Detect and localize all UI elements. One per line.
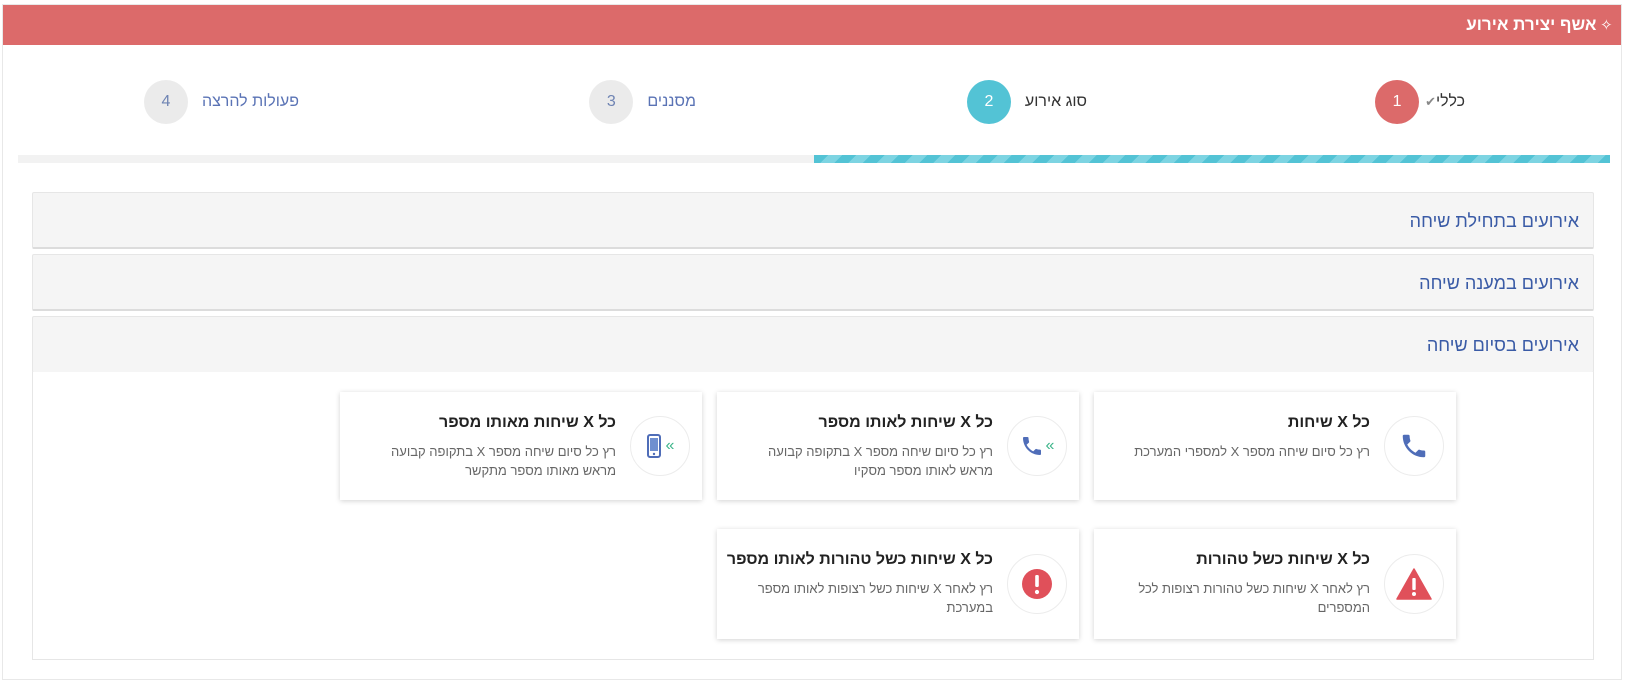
event-wizard-page: ✧ אשף יצירת אירוע 1 ✔ כללי 2 סוג אירוע 3…	[2, 4, 1622, 680]
card-icon-circle	[1384, 554, 1444, 614]
wizard-step-event-type[interactable]: 2 סוג אירוע	[966, 80, 1087, 124]
event-card-every-x-failed-calls[interactable]: כל X שיחות כשל טהורות רץ לאחר X שיחות כש…	[1094, 529, 1456, 639]
check-icon: ✔	[1425, 94, 1436, 109]
card-description: רץ כל סיום שיחה מספר X בתקופה קבועה מראש…	[391, 444, 616, 478]
wizard-title: אשף יצירת אירוע	[1466, 15, 1597, 34]
warning-triangle-icon	[1396, 568, 1432, 600]
card-icon-circle	[1007, 554, 1067, 614]
card-description: רץ כל סיום שיחה מספר X בתקופה קבועה מראש…	[768, 444, 993, 478]
wizard-step-actions[interactable]: 4 פעולות להרצה	[143, 80, 299, 124]
event-card-every-x-calls-from-same-number[interactable]: » כל X שיחות מאותו מספר רץ כל סיום שיחה …	[340, 392, 702, 500]
panel-call-end-body: כל X שיחות רץ כל סיום שיחה מספר X למספרי…	[32, 372, 1594, 660]
card-icon-circle: »	[1007, 416, 1067, 476]
step-number: 1	[1375, 80, 1420, 124]
panel-call-start[interactable]: אירועים בתחילת שיחה	[32, 192, 1594, 249]
card-title: כל X שיחות	[1287, 414, 1370, 431]
panel-call-answer[interactable]: אירועים במענה שיחה	[32, 254, 1594, 311]
step-label: סוג אירוע	[1024, 93, 1087, 110]
step-number: 2	[966, 80, 1011, 124]
phone-icon	[1402, 434, 1426, 458]
wizard-header: ✧ אשף יצירת אירוע	[3, 5, 1621, 45]
card-icon-circle: »	[630, 416, 690, 476]
wizard-step-general[interactable]: 1 ✔ כללי	[1375, 80, 1465, 124]
phone-forward-icon: »	[1020, 434, 1054, 458]
card-description: רץ כל סיום שיחה מספר X למספרי המערכת	[1134, 444, 1370, 459]
card-title: כל X שיחות מאותו מספר	[439, 414, 616, 431]
step-label: מסננים	[647, 93, 696, 110]
card-description: רץ לאחר X שיחות כשל טהורות רצופות לכל המ…	[1138, 581, 1370, 615]
card-title: כל X שיחות כשל טהורות	[1196, 551, 1370, 568]
exclamation-circle-icon	[1022, 569, 1052, 599]
wizard-progress-bar	[18, 155, 1610, 163]
event-card-every-x-calls[interactable]: כל X שיחות רץ כל סיום שיחה מספר X למספרי…	[1094, 392, 1456, 500]
magic-wand-icon: ✧	[1600, 17, 1613, 34]
card-title: כל X שיחות כשל טהורות לאותו מספר	[726, 551, 993, 568]
event-card-every-x-calls-to-same-number[interactable]: » כל X שיחות לאותו מספר רץ כל סיום שיחה …	[717, 392, 1079, 500]
panel-title: אירועים במענה שיחה	[1419, 273, 1579, 293]
wizard-progress-fill	[814, 155, 1610, 163]
panel-call-end[interactable]: אירועים בסיום שיחה	[32, 316, 1594, 373]
step-label: פעולות להרצה	[201, 93, 299, 110]
panel-title: אירועים בתחילת שיחה	[1409, 211, 1579, 231]
panel-title: אירועים בסיום שיחה	[1426, 335, 1579, 355]
event-card-every-x-failed-calls-same-number[interactable]: כל X שיחות כשל טהורות לאותו מספר רץ לאחר…	[717, 529, 1079, 639]
mobile-forward-icon: »	[646, 434, 674, 458]
step-number: 4	[143, 80, 188, 124]
step-number: 3	[589, 80, 634, 124]
card-title: כל X שיחות לאותו מספר	[818, 414, 993, 431]
card-icon-circle	[1384, 416, 1444, 476]
step-label: כללי	[1435, 93, 1465, 110]
card-description: רץ לאחר X שיחות כשל רצופות לאותו מספר במ…	[757, 581, 993, 615]
wizard-step-filters[interactable]: 3 מסננים	[589, 80, 696, 124]
